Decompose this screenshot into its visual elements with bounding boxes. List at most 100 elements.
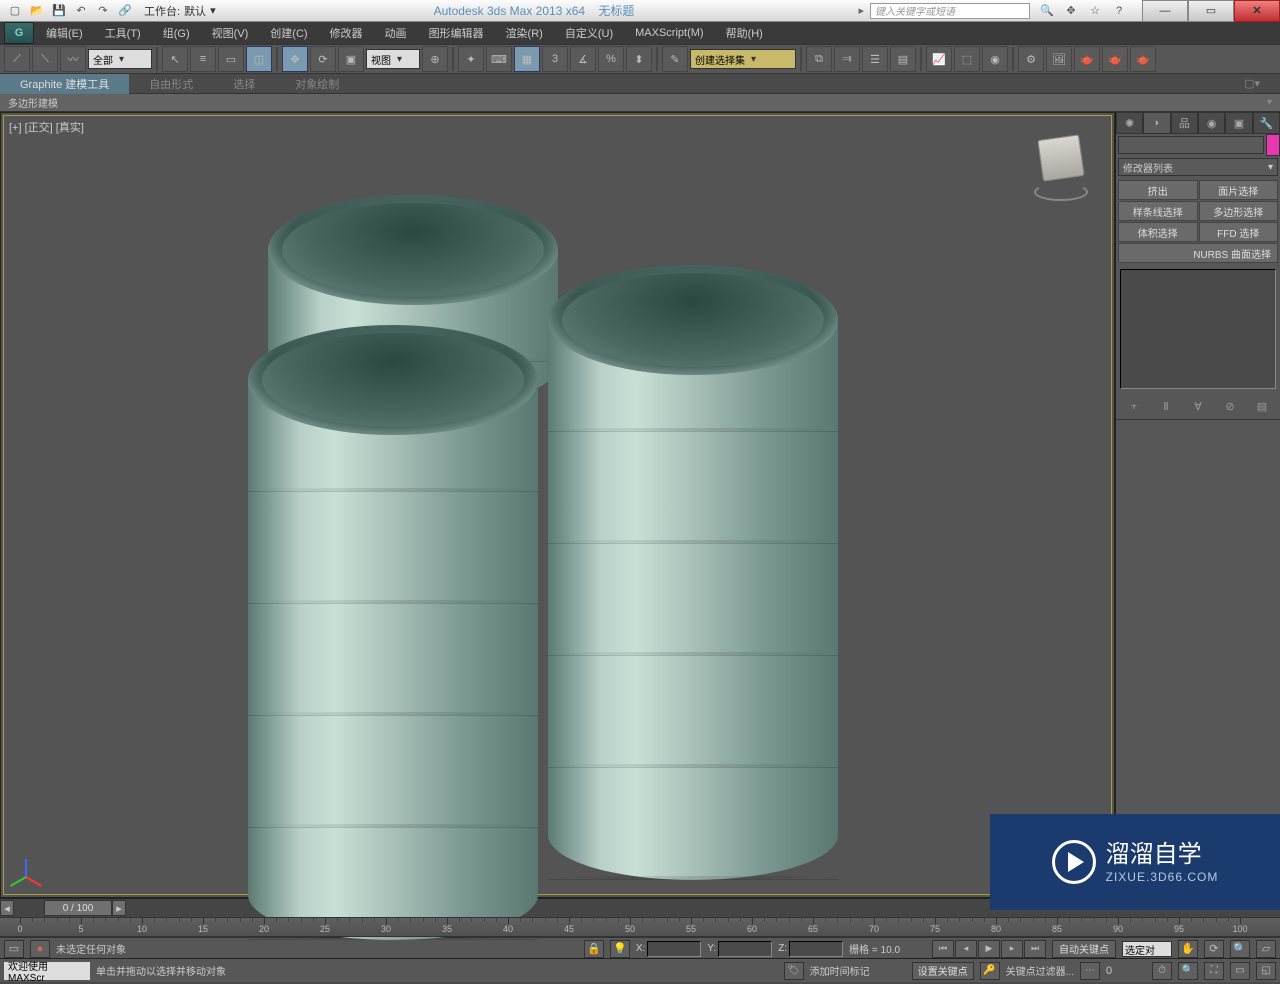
app-logo-icon[interactable]: G [4, 22, 34, 44]
window-minimize-button[interactable]: — [1142, 0, 1188, 22]
menu-maxscript[interactable]: MAXScript(M) [625, 27, 713, 39]
render-setup-icon[interactable]: ⚙ [1018, 46, 1044, 72]
nav-max-icon[interactable]: ◱ [1256, 962, 1276, 980]
time-ruler[interactable]: 0510152025303540455055606570758085909510… [0, 917, 1280, 937]
material-editor-icon[interactable]: ◉ [982, 46, 1008, 72]
ref-coord-combo[interactable]: 视图▾ [366, 49, 420, 69]
rendered-frame-icon[interactable]: 🖼 [1046, 46, 1072, 72]
ribbon-tab-selection[interactable]: 选择 [213, 74, 275, 94]
menu-graph-editors[interactable]: 图形编辑器 [419, 25, 494, 41]
viewport-label[interactable]: [+] [正交] [真实] [9, 119, 84, 135]
coord-z-field[interactable] [789, 941, 843, 957]
stack-config-icon[interactable]: ▤ [1252, 397, 1272, 415]
help-icon[interactable]: ? [1110, 2, 1128, 20]
pivot-icon[interactable]: ⊕ [422, 46, 448, 72]
schematic-view-icon[interactable]: ⬚ [954, 46, 980, 72]
object-name-field[interactable] [1118, 136, 1264, 154]
render-iter-icon[interactable]: 🫖 [1102, 46, 1128, 72]
mirror-icon[interactable]: ⧉ [806, 46, 832, 72]
cmd-tab-utilities-icon[interactable]: 🔧 [1253, 112, 1280, 134]
new-icon[interactable]: ▢ [6, 2, 24, 20]
curve-editor-icon[interactable]: 📈 [926, 46, 952, 72]
menu-views[interactable]: 视图(V) [202, 25, 259, 41]
select-rotate-icon[interactable]: ⟳ [310, 46, 336, 72]
window-close-button[interactable]: ✕ [1234, 0, 1280, 22]
ribbon-toggle-icon[interactable]: ▤ [890, 46, 916, 72]
manipulate-icon[interactable]: ✦ [458, 46, 484, 72]
named-selection-combo[interactable]: 创建选择集▾ [690, 49, 796, 69]
nav-zoom2-icon[interactable]: 🔍 [1178, 962, 1198, 980]
mod-btn-patch-select[interactable]: 面片选择 [1199, 180, 1279, 200]
lock-icon[interactable]: 🔒 [584, 940, 604, 958]
time-slider-thumb[interactable]: 0 / 100 [44, 900, 112, 916]
save-icon[interactable]: 💾 [50, 2, 68, 20]
align-icon[interactable]: ⫥ [834, 46, 860, 72]
exchange-icon[interactable]: ✥ [1062, 2, 1080, 20]
select-scale-icon[interactable]: ▣ [338, 46, 364, 72]
prev-frame-icon[interactable]: ◂ [955, 940, 977, 958]
coord-y-field[interactable] [718, 941, 772, 957]
key-big-icon[interactable]: 🔑 [980, 962, 1000, 980]
ribbon-tab-graphite[interactable]: Graphite 建模工具 [0, 74, 129, 94]
cmd-tab-modify-icon[interactable]: ◗ [1143, 112, 1170, 134]
cmd-tab-motion-icon[interactable]: ◉ [1198, 112, 1225, 134]
select-window-crossing-icon[interactable]: ◫ [246, 46, 272, 72]
coord-x-field[interactable] [647, 941, 701, 957]
cmd-tab-create-icon[interactable]: ✺ [1116, 112, 1143, 134]
viewcube[interactable] [1026, 131, 1096, 201]
nav-zoom-icon[interactable]: 🔍 [1230, 940, 1250, 958]
stack-pin-icon[interactable]: ⫟ [1124, 397, 1144, 415]
favorite-icon[interactable]: ☆ [1086, 2, 1104, 20]
play-icon[interactable]: ▶ [978, 940, 1000, 958]
undo-icon[interactable]: ↶ [72, 2, 90, 20]
mod-btn-poly-select[interactable]: 多边形选择 [1199, 201, 1279, 221]
link-icon[interactable]: 🔗 [116, 2, 134, 20]
menu-group[interactable]: 组(G) [153, 25, 200, 41]
unlink-icon[interactable]: ⟍ [32, 46, 58, 72]
cmd-tab-hierarchy-icon[interactable]: 品 [1171, 112, 1198, 134]
open-icon[interactable]: 📂 [28, 2, 46, 20]
add-time-tag[interactable]: 添加时间标记 [810, 963, 870, 978]
menu-modifiers[interactable]: 修改器 [320, 25, 373, 41]
window-maximize-button[interactable]: ▭ [1188, 0, 1234, 22]
render-prod-icon[interactable]: 🫖 [1074, 46, 1100, 72]
nav-fov-icon[interactable]: ▱ [1256, 940, 1276, 958]
menu-animation[interactable]: 动画 [375, 25, 417, 41]
object-color-swatch[interactable] [1266, 134, 1280, 156]
render-last-icon[interactable]: 🫖 [1130, 46, 1156, 72]
maxscript-listener[interactable]: 欢迎使用 MAXScr [4, 962, 90, 980]
select-move-icon[interactable]: ✥ [282, 46, 308, 72]
key-filter-menu-icon[interactable]: ⋯ [1080, 962, 1100, 980]
script-mini-icon[interactable]: ▭ [4, 940, 24, 958]
ribbon-expand-icon[interactable]: ▢▾ [1224, 74, 1280, 94]
title-caret-icon[interactable]: ▸ [852, 4, 870, 17]
time-next-icon[interactable]: ▸ [112, 900, 126, 916]
auto-key-button[interactable]: 自动关键点 [1052, 940, 1116, 958]
set-key-button[interactable]: 设置关键点 [912, 962, 974, 980]
menu-customize[interactable]: 自定义(U) [555, 25, 623, 41]
bind-space-warp-icon[interactable]: 〰 [60, 46, 86, 72]
viewport[interactable]: [+] [正交] [真实] [0, 112, 1115, 898]
percent-snap-icon[interactable]: % [598, 46, 624, 72]
select-link-icon[interactable]: ⟋ [4, 46, 30, 72]
select-rect-icon[interactable]: ▭ [218, 46, 244, 72]
key-filter-label[interactable]: 关键点过滤器... [1006, 963, 1074, 978]
select-object-icon[interactable]: ↖ [162, 46, 188, 72]
angle-snap-icon[interactable]: ∡ [570, 46, 596, 72]
nav-orbit-icon[interactable]: ⟳ [1204, 940, 1224, 958]
goto-start-icon[interactable]: ⏮ [932, 940, 954, 958]
viewcube-cube-icon[interactable] [1037, 134, 1084, 181]
ribbon-tab-paint[interactable]: 对象绘制 [275, 74, 359, 94]
stack-unique-icon[interactable]: ∀ [1188, 397, 1208, 415]
menu-rendering[interactable]: 渲染(R) [496, 25, 553, 41]
nav-zoom-ext-icon[interactable]: ⛶ [1204, 962, 1224, 980]
mod-btn-extrude[interactable]: 挤出 [1118, 180, 1198, 200]
time-prev-icon[interactable]: ◂ [0, 900, 14, 916]
ribbon-tab-freeform[interactable]: 自由形式 [129, 74, 213, 94]
stack-remove-icon[interactable]: ⊘ [1220, 397, 1240, 415]
mod-btn-vol-select[interactable]: 体积选择 [1118, 222, 1198, 242]
modifier-stack[interactable] [1120, 269, 1276, 389]
layers-icon[interactable]: ☰ [862, 46, 888, 72]
nav-region-icon[interactable]: ▭ [1230, 962, 1250, 980]
modifier-list-combo[interactable]: 修改器列表▾ [1118, 158, 1278, 176]
